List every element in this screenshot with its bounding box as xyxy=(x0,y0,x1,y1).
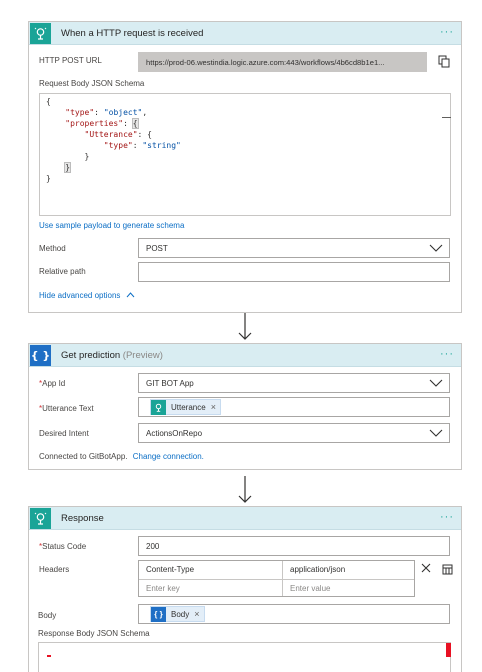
http-request-icon xyxy=(30,22,51,44)
change-connection-link[interactable]: Change connection. xyxy=(133,452,204,461)
more-options-icon[interactable]: ··· xyxy=(440,27,454,38)
editor-scroll-marker xyxy=(442,117,451,118)
body-input[interactable]: { } Body × xyxy=(138,604,450,624)
flow-arrow-icon xyxy=(238,476,252,503)
app-id-label: *App Id xyxy=(39,379,66,388)
chevron-down-icon xyxy=(429,379,443,387)
headers-label: Headers xyxy=(39,565,70,574)
utterance-token[interactable]: Utterance × xyxy=(150,399,221,415)
relative-path-label: Relative path xyxy=(39,267,86,276)
braces-icon: { } xyxy=(30,344,51,366)
http-trigger-header[interactable]: When a HTTP request is received ··· xyxy=(29,22,461,45)
error-marker xyxy=(446,643,451,657)
more-options-icon[interactable]: ··· xyxy=(440,349,454,360)
remove-token-icon[interactable]: × xyxy=(194,609,199,619)
http-request-icon xyxy=(151,399,166,415)
status-code-input[interactable]: 200 xyxy=(138,536,450,556)
method-value: POST xyxy=(146,243,168,253)
response-header[interactable]: Response ··· xyxy=(29,507,461,530)
close-icon[interactable] xyxy=(421,563,431,575)
http-trigger-card: When a HTTP request is received ··· HTTP… xyxy=(28,21,462,313)
more-options-icon[interactable]: ··· xyxy=(440,512,454,523)
desired-intent-dropdown[interactable]: ActionsOnRepo xyxy=(138,423,450,443)
chevron-down-icon xyxy=(429,244,443,252)
toggle-view-icon[interactable] xyxy=(442,564,453,577)
status-code-label: *Status Code xyxy=(39,542,87,551)
app-id-dropdown[interactable]: GIT BOT App xyxy=(138,373,450,393)
hide-advanced-options-link[interactable]: Hide advanced options xyxy=(39,291,135,300)
utterance-text-input[interactable]: Utterance × xyxy=(138,397,450,417)
flow-arrow-icon xyxy=(238,313,252,340)
response-schema-label: Response Body JSON Schema xyxy=(38,629,150,638)
response-schema-editor[interactable] xyxy=(38,642,451,672)
error-caret xyxy=(47,655,51,657)
card-title: When a HTTP request is received xyxy=(61,27,204,39)
body-token[interactable]: { } Body × xyxy=(150,606,205,622)
method-dropdown[interactable]: POST xyxy=(138,238,450,258)
desired-intent-label: Desired Intent xyxy=(39,429,89,438)
post-url-label: HTTP POST URL xyxy=(39,56,102,65)
header-key-placeholder[interactable]: Enter key xyxy=(146,584,180,593)
get-prediction-card: { } Get prediction (Preview) ··· *App Id… xyxy=(28,343,462,470)
chevron-down-icon xyxy=(429,429,443,437)
request-schema-label: Request Body JSON Schema xyxy=(39,79,145,88)
get-prediction-header[interactable]: { } Get prediction (Preview) ··· xyxy=(29,344,461,367)
method-label: Method xyxy=(39,244,66,253)
body-label: Body xyxy=(38,611,57,620)
connection-info: Connected to GitBotApp. Change connectio… xyxy=(39,452,204,461)
post-url-field[interactable]: https://prod-06.westindia.logic.azure.co… xyxy=(138,52,427,72)
header-value-placeholder[interactable]: Enter value xyxy=(290,584,330,593)
header-key-cell[interactable]: Content-Type xyxy=(146,565,194,574)
chevron-up-icon xyxy=(126,292,135,298)
request-schema-editor[interactable]: { "type": "object", "properties": { "Utt… xyxy=(39,93,451,216)
remove-token-icon[interactable]: × xyxy=(211,402,216,412)
post-url-value: https://prod-06.westindia.logic.azure.co… xyxy=(146,57,385,67)
utterance-text-label: *Utterance Text xyxy=(39,404,94,413)
card-title: Response xyxy=(61,512,104,524)
copy-icon[interactable] xyxy=(438,55,450,70)
http-response-icon xyxy=(30,507,51,529)
sample-payload-link[interactable]: Use sample payload to generate schema xyxy=(39,221,184,230)
braces-icon: { } xyxy=(151,606,166,622)
card-title: Get prediction (Preview) xyxy=(61,349,163,361)
headers-table: Content-Type application/json Enter key … xyxy=(138,560,415,597)
header-value-cell[interactable]: application/json xyxy=(290,565,345,574)
relative-path-input[interactable] xyxy=(138,262,450,282)
